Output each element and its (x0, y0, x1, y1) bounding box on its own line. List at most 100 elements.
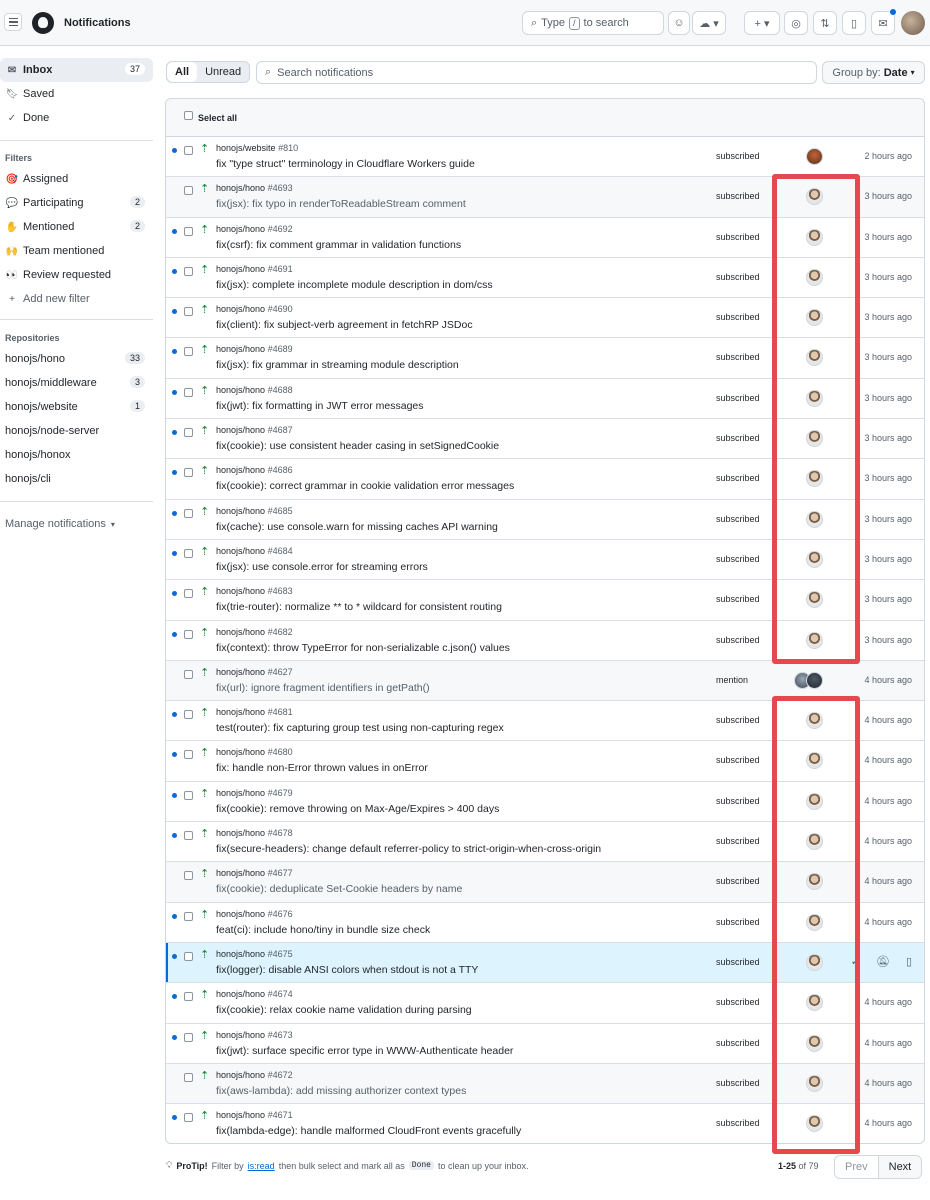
row-checkbox[interactable] (184, 347, 193, 357)
notification-title[interactable]: fix(logger): disable ANSI colors when st… (216, 964, 478, 976)
notification-row[interactable]: ⇡ honojs/hono #4672 fix(aws-lambda): add m… (166, 1063, 924, 1105)
row-checkbox[interactable] (184, 790, 193, 800)
avatar[interactable] (806, 148, 823, 165)
notification-row[interactable]: ⇡ honojs/hono #4677 fix(cookie): deduplica… (166, 862, 924, 903)
notification-title[interactable]: fix(cookie): use consistent header casin… (216, 440, 499, 452)
sidebar-repo-honox[interactable]: honojs/honox (0, 443, 153, 467)
avatar[interactable] (806, 550, 823, 568)
next-page-button[interactable]: Next (878, 1156, 922, 1178)
user-avatar[interactable] (901, 11, 925, 35)
row-checkbox[interactable] (184, 1113, 193, 1123)
avatar[interactable] (806, 953, 823, 971)
row-checkbox[interactable] (184, 387, 193, 397)
row-checkbox[interactable] (184, 1032, 193, 1042)
notification-title[interactable]: fix(cookie): correct grammar in cookie v… (216, 480, 514, 492)
notification-title[interactable]: fix(csrf): fix comment grammar in valida… (216, 239, 461, 251)
notification-row[interactable]: ⇡ honojs/website #810 fix "type struct" te… (166, 137, 924, 178)
avatar[interactable] (806, 792, 823, 810)
avatar[interactable] (806, 994, 823, 1012)
sidebar-repo-website[interactable]: honojs/website 1 (0, 395, 153, 419)
avatar[interactable] (806, 873, 823, 891)
row-checkbox[interactable] (184, 871, 193, 881)
prev-page-button[interactable]: Prev (835, 1156, 879, 1178)
row-checkbox[interactable] (184, 710, 193, 720)
copilot-icon[interactable]: ☺ (668, 11, 690, 35)
notification-row[interactable]: ⇡ honojs/hono #4678 fix(secure-headers): c… (166, 822, 924, 863)
sidebar-repo-node-server[interactable]: honojs/node-server (0, 419, 153, 443)
row-checkbox[interactable] (184, 750, 193, 760)
mark-done-icon[interactable]: ✓ (851, 955, 860, 968)
avatar[interactable] (806, 349, 823, 367)
row-checkbox[interactable] (184, 548, 193, 558)
sidebar-repo-middleware[interactable]: honojs/middleware 3 (0, 371, 153, 395)
row-checkbox[interactable] (184, 951, 193, 961)
unsubscribe-bell-icon[interactable]: 🔕︎ (876, 955, 890, 968)
notification-search-input[interactable]: ⌕ Search notifications (256, 61, 817, 84)
avatar[interactable] (806, 1115, 823, 1133)
notification-row[interactable]: ⇡ honojs/hono #4676 feat(ci): include hono… (166, 903, 924, 943)
avatar[interactable] (806, 591, 823, 609)
avatar[interactable] (806, 188, 823, 206)
save-bookmark-icon[interactable]: ▯ (906, 955, 912, 968)
notification-title[interactable]: fix(aws-lambda): add missing authorizer … (216, 1085, 466, 1097)
sidebar-repo-cli[interactable]: honojs/cli (0, 467, 153, 491)
notification-title[interactable]: fix(jsx): fix typo in renderToReadableSt… (216, 198, 466, 210)
avatar[interactable] (806, 913, 823, 931)
manage-notifications-button[interactable]: Manage notifications ▾ (0, 512, 153, 536)
menu-icon[interactable] (4, 13, 22, 31)
row-checkbox[interactable] (184, 1072, 193, 1082)
avatar[interactable] (806, 1034, 823, 1052)
notification-row[interactable]: ⇡ honojs/hono #4689 fix(jsx): fix grammar … (166, 338, 924, 379)
notification-title[interactable]: fix(jsx): fix grammar in streaming modul… (216, 359, 459, 371)
row-checkbox[interactable] (184, 589, 193, 599)
row-checkbox[interactable] (184, 186, 193, 196)
avatar[interactable] (806, 752, 823, 770)
notification-row[interactable]: ⇡ honojs/hono #4680 fix: handle non-Error … (166, 741, 924, 782)
notification-title[interactable]: fix(cookie): relax cookie name validatio… (216, 1004, 472, 1016)
avatar[interactable] (806, 671, 823, 689)
notification-title[interactable]: feat(ci): include hono/tiny in bundle si… (216, 924, 430, 936)
sidebar-filter-review-requested[interactable]: 👀 Review requested (0, 263, 153, 287)
notification-row[interactable]: ⇡ honojs/hono #4692 fix(csrf): fix comment… (166, 218, 924, 258)
notification-row[interactable]: ⇡ honojs/hono #4627 fix(url): ignore fragm… (166, 660, 924, 702)
notification-row[interactable]: ⇡ honojs/hono #4681 test(router): fix capt… (166, 701, 924, 742)
row-checkbox[interactable] (184, 831, 193, 841)
avatar[interactable] (806, 470, 823, 488)
sidebar-item-saved[interactable]: 🔖︎ Saved (0, 82, 153, 106)
row-checkbox[interactable] (184, 307, 193, 317)
notification-title[interactable]: fix(context): throw TypeError for non-se… (216, 642, 510, 654)
copilot-menu-button[interactable]: ☁ ▾ (692, 11, 726, 35)
row-checkbox[interactable] (184, 629, 193, 639)
notification-title[interactable]: fix(client): fix subject-verb agreement … (216, 319, 473, 331)
sidebar-repo-hono[interactable]: honojs/hono 33 (0, 347, 153, 371)
group-by-dropdown[interactable]: Group by: Date ▾ (822, 61, 925, 84)
notification-row[interactable]: ⇡ honojs/hono #4693 fix(jsx): fix typo in … (166, 177, 924, 218)
row-checkbox[interactable] (184, 226, 193, 236)
notification-title[interactable]: fix(cookie): remove throwing on Max-Age/… (216, 803, 499, 815)
sidebar-filter-participating[interactable]: 💬 Participating 2 (0, 191, 153, 215)
pull-requests-icon[interactable]: ⇅ (813, 11, 837, 35)
notification-row[interactable]: ⇡ honojs/hono #4691 fix(jsx): complete inc… (166, 258, 924, 299)
avatar[interactable] (806, 268, 823, 286)
notification-row[interactable]: ⇡ honojs/hono #4688 fix(jwt): fix formatti… (166, 379, 924, 420)
select-all-checkbox[interactable] (184, 111, 193, 120)
row-checkbox[interactable] (184, 508, 193, 518)
avatar[interactable] (806, 1074, 823, 1092)
notification-row[interactable]: ⇡ honojs/hono #4674 fix(cookie): relax coo… (166, 983, 924, 1024)
create-new-button[interactable]: + ▾ (744, 11, 780, 35)
row-checkbox[interactable] (184, 266, 193, 276)
notification-title[interactable]: fix(jsx): complete incomplete module des… (216, 279, 493, 291)
notification-row[interactable]: ⇡ honojs/hono #4690 fix(client): fix subje… (166, 298, 924, 339)
notification-title[interactable]: fix(secure-headers): change default refe… (216, 843, 601, 855)
row-checkbox[interactable] (184, 992, 193, 1002)
notification-title[interactable]: fix(jwt): surface specific error type in… (216, 1045, 513, 1057)
avatar[interactable] (806, 309, 823, 327)
sidebar-item-inbox[interactable]: ✉ Inbox 37 (0, 58, 153, 82)
protip-filter-link[interactable]: is:read (248, 1161, 275, 1171)
avatar[interactable] (806, 631, 823, 649)
notification-row[interactable]: ⇡ honojs/hono #4684 fix(jsx): use console.… (166, 540, 924, 581)
issues-icon[interactable]: ◎ (784, 11, 808, 35)
notification-row[interactable]: ⇡ honojs/hono #4679 fix(cookie): remove th… (166, 782, 924, 823)
sidebar-item-done[interactable]: ✓ Done (0, 106, 153, 130)
notification-title[interactable]: fix(jsx): use console.error for streamin… (216, 561, 428, 573)
